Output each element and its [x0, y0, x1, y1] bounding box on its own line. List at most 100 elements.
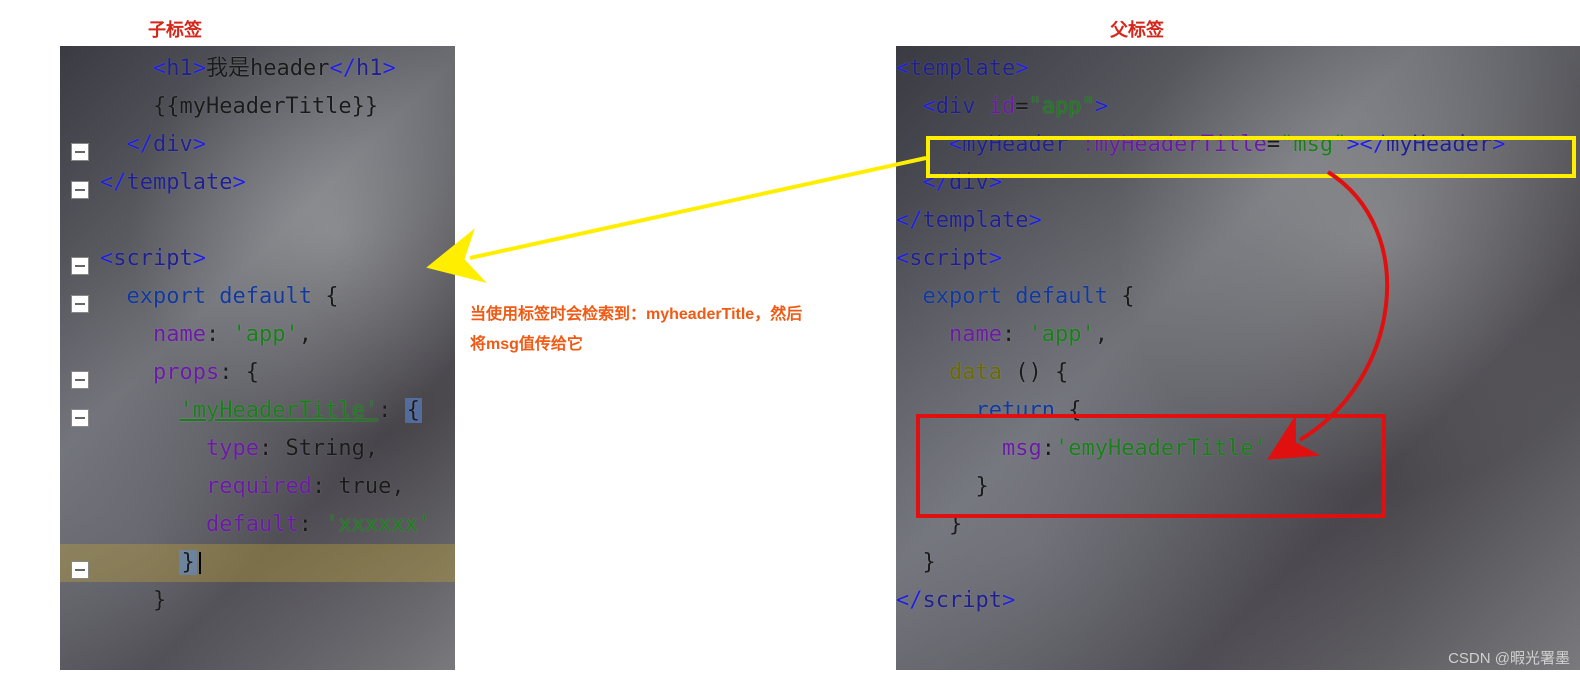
code-line: <template> [896, 50, 1580, 88]
t: div [936, 94, 976, 119]
t: () { [1002, 360, 1068, 385]
code-line: } [896, 544, 1580, 582]
t: > [1002, 588, 1015, 613]
t: , [299, 322, 312, 347]
t: id [976, 94, 1016, 119]
t: < [896, 56, 909, 81]
fold-icon[interactable] [71, 143, 89, 161]
t: default [206, 512, 299, 537]
t: } [153, 588, 166, 613]
t: > [1028, 208, 1041, 233]
code-line: </template> [60, 164, 455, 202]
t: > [1492, 132, 1505, 157]
fold-icon[interactable] [71, 181, 89, 199]
t: </ [100, 170, 127, 195]
t: , [1095, 322, 1108, 347]
t: = [1267, 132, 1280, 157]
code-line: default: 'xxxxxx' [60, 506, 455, 544]
code-line: <myHeader :myHeaderTitle="msg"></myHeade… [896, 126, 1580, 164]
parent-title-label: 父标签 [1110, 16, 1164, 42]
code-line: {{myHeaderTitle}} [60, 88, 455, 126]
code-line: <div id="app"> [896, 88, 1580, 126]
code-line: } [60, 544, 455, 582]
code-line: msg:'emyHeaderTitle' [896, 430, 1580, 468]
t: = [1015, 94, 1028, 119]
code-line: </div> [896, 164, 1580, 202]
annotation-line1: 当使用标签时会检索到：myheaderTitle，然后 [470, 300, 802, 330]
code-line: } [60, 582, 455, 620]
t: > [989, 246, 1002, 271]
code-line: </div> [60, 126, 455, 164]
t: div [949, 170, 989, 195]
t: </ [329, 56, 356, 81]
child-code-panel: <h1>我是header</h1> {{myHeaderTitle}} </di… [60, 46, 455, 670]
t: } [949, 512, 962, 537]
t: < [923, 94, 936, 119]
code-line: } [896, 506, 1580, 544]
code-line: name: 'app', [896, 316, 1580, 354]
t: default [206, 284, 312, 309]
t: : [299, 512, 326, 537]
code-line: required: true, [60, 468, 455, 506]
code-line: <script> [60, 240, 455, 278]
t: : [1002, 322, 1029, 347]
t: > [989, 170, 1002, 195]
t: </ [896, 208, 923, 233]
fold-icon[interactable] [71, 409, 89, 427]
t: script [909, 246, 988, 271]
t: </ [896, 588, 923, 613]
t: export [923, 284, 1002, 309]
code-line: export default { [896, 278, 1580, 316]
t: 'app' [232, 322, 298, 347]
t: template [909, 56, 1015, 81]
code-line: <h1>我是header</h1> [60, 50, 455, 88]
code-line: return { [896, 392, 1580, 430]
fold-icon[interactable] [71, 371, 89, 389]
fold-icon[interactable] [71, 257, 89, 275]
t: type [206, 436, 259, 461]
t: myHeader [962, 132, 1068, 157]
code-line: export default { [60, 278, 455, 316]
code-line: 'myHeaderTitle': { [60, 392, 455, 430]
t: {{myHeaderTitle}} [153, 94, 378, 119]
t: required [206, 474, 312, 499]
t: : [206, 322, 233, 347]
t: > [382, 56, 395, 81]
code-line: <script> [896, 240, 1580, 278]
t: { [1108, 284, 1135, 309]
watermark: CSDN @暇光署墨 [1448, 647, 1570, 668]
t: 'app' [1028, 322, 1094, 347]
t: > [193, 56, 206, 81]
code-line: type: String, [60, 430, 455, 468]
t: > [1095, 94, 1108, 119]
t: h1 [166, 56, 193, 81]
t: msg [1002, 436, 1042, 461]
t: export [127, 284, 206, 309]
t: 我是header [206, 56, 329, 81]
code-line: } [896, 468, 1580, 506]
t: > [1015, 56, 1028, 81]
t: "msg" [1280, 132, 1346, 157]
t: > [193, 246, 206, 271]
t: } [975, 474, 988, 499]
fold-icon[interactable] [71, 295, 89, 313]
t: { [405, 398, 422, 423]
child-code-lines: <h1>我是header</h1> {{myHeaderTitle}} </di… [60, 46, 455, 620]
code-line: </script> [896, 582, 1580, 620]
t: h1 [356, 56, 383, 81]
fold-icon[interactable] [71, 561, 89, 579]
text-cursor [199, 552, 201, 574]
t: :myHeaderTitle [1068, 132, 1267, 157]
code-line: name: 'app', [60, 316, 455, 354]
t: </ [127, 132, 154, 157]
t: : [1042, 436, 1055, 461]
t: "app" [1029, 94, 1095, 119]
code-line: </template> [896, 202, 1580, 240]
t: return [975, 398, 1054, 423]
t: name [153, 322, 206, 347]
code-line: props: { [60, 354, 455, 392]
t: 'myHeaderTitle' [179, 398, 378, 423]
t: : { [219, 360, 259, 385]
t: : String, [259, 436, 378, 461]
annotation-line2: 将msg值传给它 [470, 330, 802, 360]
